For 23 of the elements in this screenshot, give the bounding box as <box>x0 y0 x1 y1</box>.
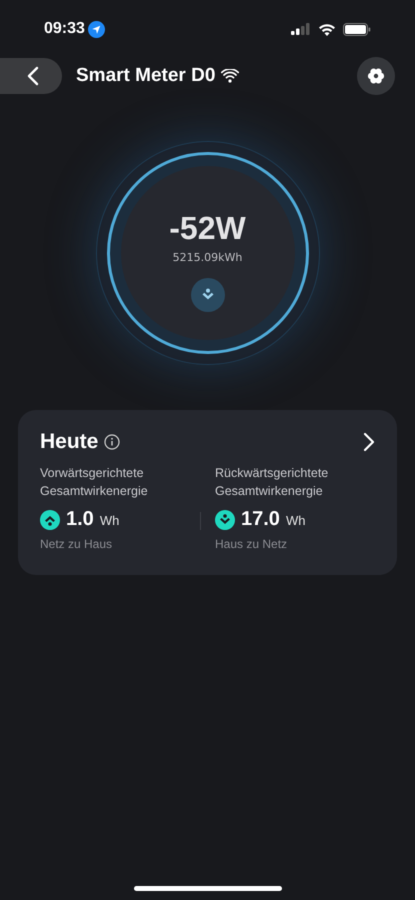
status-time: 09:33 <box>44 20 85 38</box>
settings-button[interactable] <box>357 57 395 95</box>
battery-icon <box>343 22 371 36</box>
wifi-icon <box>221 69 240 83</box>
total-energy: 5215.09kWh <box>172 251 242 264</box>
card-title: Heute <box>40 430 98 454</box>
back-button[interactable] <box>0 58 62 94</box>
current-power: -52W <box>169 210 246 247</box>
stat-unit: Wh <box>286 513 306 528</box>
gear-icon <box>367 67 385 85</box>
stat-label: Vorwärtsgerichtete Gesamtwirkenergie <box>40 465 149 500</box>
today-card[interactable]: Heute Vorwärtsgerichtete Gesamtwirkenergie 1.0 Wh Netz zu Haus Rückwärtsgerichtete Gesamtwirkenergie 17.0 Wh Haus zu Netz <box>18 410 397 575</box>
device-title: Smart Meter D0 <box>76 65 216 87</box>
stat-unit: Wh <box>100 513 120 528</box>
wifi-icon <box>318 22 336 36</box>
stat-caption: Netz zu Haus <box>40 537 114 551</box>
chevron-right-icon[interactable] <box>363 432 375 452</box>
info-icon[interactable] <box>104 434 120 450</box>
stat-value: 1.0 <box>66 508 94 531</box>
stat-value: 17.0 <box>241 508 280 531</box>
cellular-signal-icon <box>291 23 311 35</box>
stat-caption: Haus zu Netz <box>215 537 288 551</box>
stat-label: Rückwärtsgerichtete Gesamtwirkenergie <box>215 465 330 500</box>
